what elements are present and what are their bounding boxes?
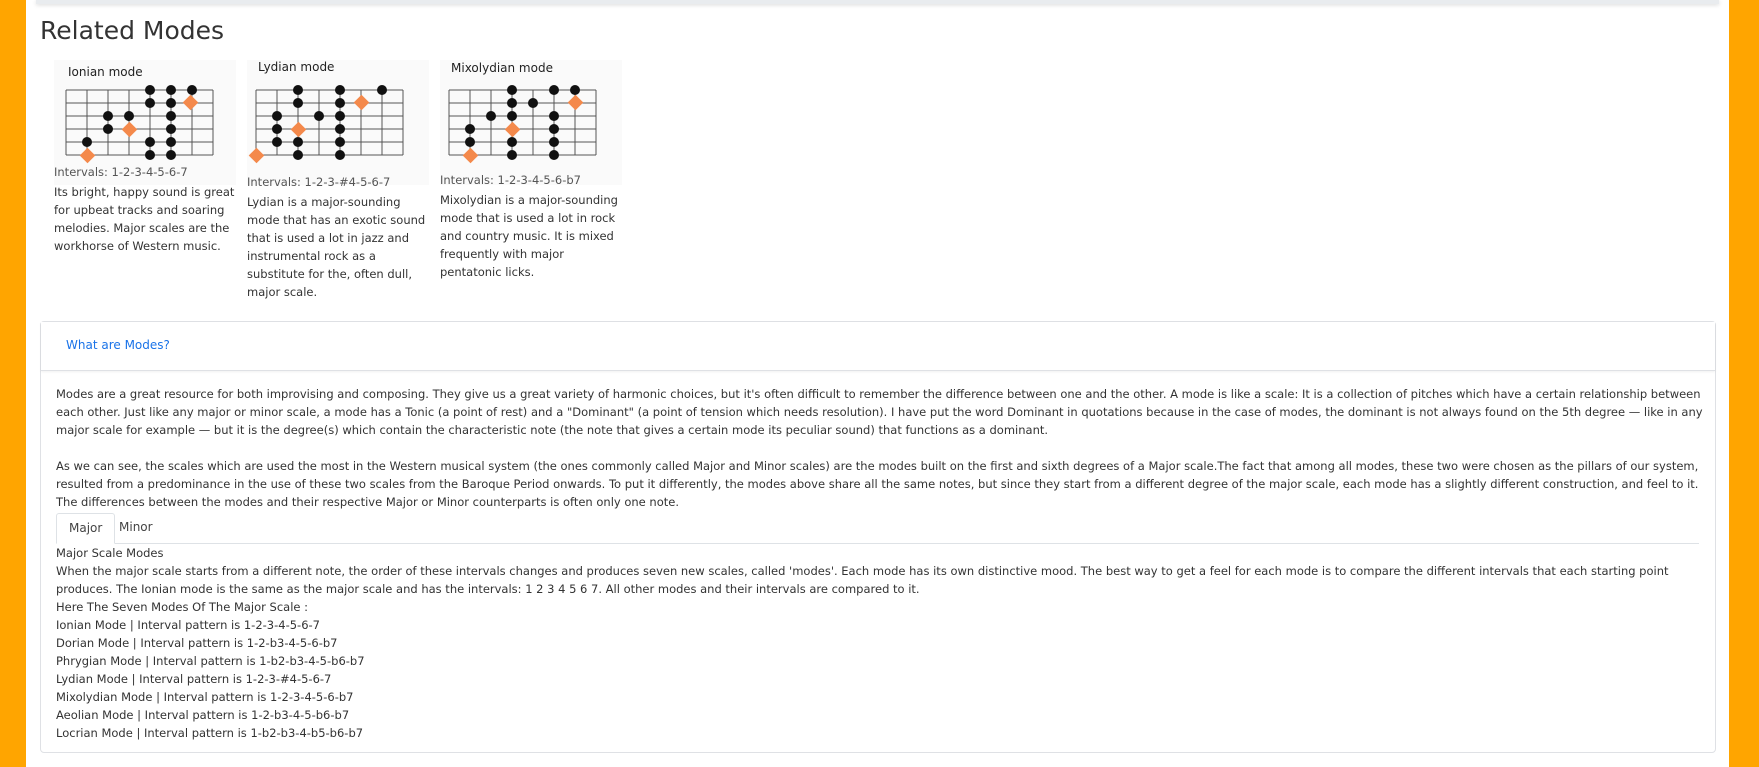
modes-paragraph-1: Modes are a great resource for both impr…	[56, 387, 1703, 437]
lydian-intervals: Intervals: 1-2-3-#4-5-6-7	[247, 175, 391, 189]
page-content: Related Modes Ionian mode Intervals: 1-2…	[26, 0, 1729, 767]
mode-line-ionian: Ionian Mode | Interval pattern is 1-2-3-…	[56, 618, 320, 632]
mixolydian-diagram-title: Mixolydian mode	[451, 61, 553, 75]
major-scale-modes-title: Major Scale Modes	[56, 546, 164, 560]
ionian-description: Its bright, happy sound is great for upb…	[54, 185, 235, 253]
lydian-diagram-title: Lydian mode	[258, 60, 334, 74]
mode-line-mixolydian: Mixolydian Mode | Interval pattern is 1-…	[56, 690, 354, 704]
what-are-modes-link[interactable]: What are Modes?	[66, 338, 170, 352]
mixolydian-intervals: Intervals: 1-2-3-4-5-6-b7	[440, 173, 581, 187]
lydian-fretboard-diagram: Lydian mode	[247, 60, 429, 185]
lydian-description: Lydian is a major-sounding mode that has…	[247, 195, 426, 299]
tab-minor[interactable]: Minor	[107, 513, 165, 542]
panel-header: What are Modes?	[41, 322, 1715, 371]
modes-panel: What are Modes? Modes are a great resour…	[40, 321, 1716, 753]
mixolydian-fretboard-diagram: Mixolydian mode	[440, 60, 622, 185]
ionian-diagram-title: Ionian mode	[68, 65, 143, 79]
ionian-intervals: Intervals: 1-2-3-4-5-6-7	[54, 165, 188, 179]
scale-tabs: Major Minor	[56, 513, 1699, 544]
mode-line-phrygian: Phrygian Mode | Interval pattern is 1-b2…	[56, 654, 365, 668]
mode-line-dorian: Dorian Mode | Interval pattern is 1-2-b3…	[56, 636, 338, 650]
mode-line-lydian: Lydian Mode | Interval pattern is 1-2-3-…	[56, 672, 332, 686]
mode-line-locrian: Locrian Mode | Interval pattern is 1-b2-…	[56, 726, 364, 740]
related-modes-title: Related Modes	[40, 16, 225, 45]
mixolydian-description: Mixolydian is a major-sounding mode that…	[440, 193, 618, 279]
related-modes-cards: Ionian mode Intervals: 1-2-3-4-5-6-7 Its…	[26, 60, 786, 320]
modes-paragraph-2: As we can see, the scales which are used…	[56, 459, 1699, 509]
major-scale-modes-intro: When the major scale starts from a diffe…	[56, 564, 1669, 596]
panel-body: Modes are a great resource for both impr…	[56, 385, 1704, 742]
top-bar-shadow	[36, 0, 1719, 4]
mode-line-aeolian: Aeolian Mode | Interval pattern is 1-2-b…	[56, 708, 350, 722]
seven-modes-heading: Here The Seven Modes Of The Major Scale …	[56, 600, 309, 614]
